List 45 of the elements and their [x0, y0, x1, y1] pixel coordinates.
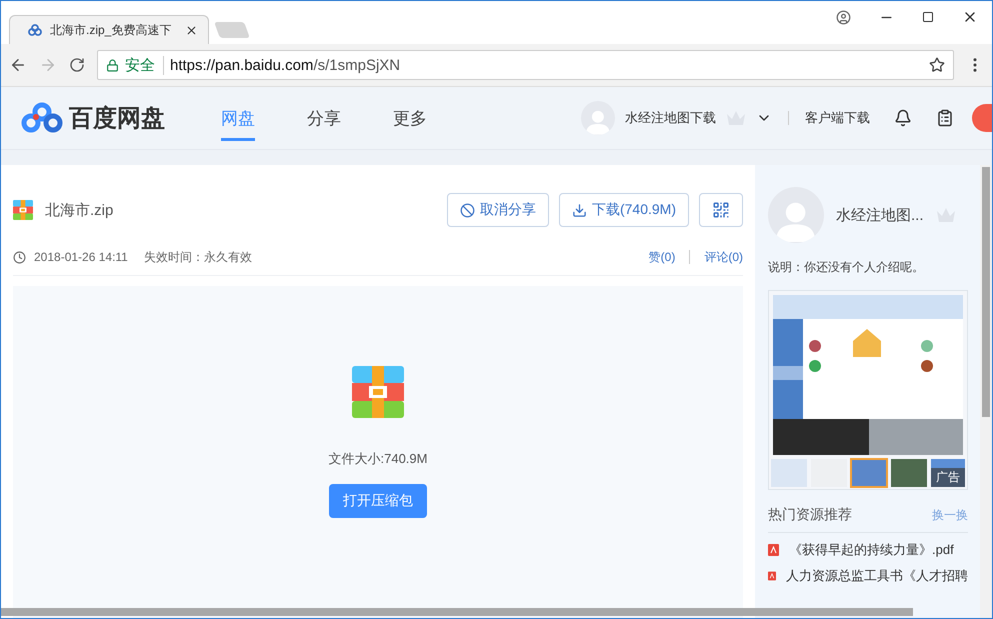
cloud-logo-icon	[21, 102, 63, 134]
pdf-icon	[768, 544, 779, 556]
lock-icon	[106, 58, 119, 72]
app-launcher-badge[interactable]	[972, 104, 992, 132]
username[interactable]: 水经注地图...	[836, 206, 924, 224]
archive-icon	[13, 200, 33, 220]
cloud-icon	[28, 24, 42, 36]
logo-text: 百度网盘	[69, 104, 165, 134]
clipboard-icon[interactable]	[936, 109, 954, 127]
qr-code-icon	[712, 201, 730, 219]
profile-icon[interactable]	[836, 10, 851, 24]
close-icon[interactable]	[185, 24, 198, 36]
section-title: 热门资源推荐	[768, 506, 852, 524]
url-text: https://pan.baidu.com/s/1smpSjXN	[170, 56, 400, 74]
profile-description: 说明：你还没有个人介绍呢。	[768, 259, 925, 276]
bookmark-star-icon[interactable]	[929, 57, 945, 73]
download-button[interactable]: 下载(740.9M)	[558, 193, 689, 227]
file-name: 北海市.zip	[45, 200, 114, 220]
qr-code-button[interactable]	[699, 193, 743, 227]
secure-label: 安全	[125, 56, 164, 74]
username[interactable]: 水经注地图下载	[625, 109, 716, 127]
nav-tab[interactable]: 分享	[307, 95, 341, 141]
maximize-icon[interactable]	[922, 11, 934, 23]
like-link[interactable]: 赞(0)	[648, 248, 676, 266]
comment-link[interactable]: 评论(0)	[704, 248, 743, 266]
archive-icon	[352, 366, 404, 418]
resource-link[interactable]: 《获得早起的持续力量》.pdf	[789, 541, 954, 559]
nav-tab[interactable]: 更多	[393, 95, 427, 141]
back-icon[interactable]	[9, 56, 27, 74]
reload-icon[interactable]	[69, 57, 85, 73]
download-icon	[572, 202, 587, 218]
browser-tab[interactable]: 北海市.zip_免费高速下	[9, 15, 209, 44]
client-download-link[interactable]: 客户端下载	[805, 109, 870, 127]
expiry-text: 失效时间：永久有效	[144, 248, 252, 266]
bell-icon[interactable]	[894, 109, 912, 127]
resource-link[interactable]: 人力资源总监工具书《人才招聘	[786, 567, 968, 585]
cancel-share-button[interactable]: 取消分享	[446, 193, 549, 227]
ad-label: 广告	[931, 468, 965, 487]
address-bar[interactable]: 安全 https://pan.baidu.com/s/1smpSjXN	[97, 50, 954, 80]
pdf-icon	[768, 570, 776, 582]
cancel-icon	[460, 202, 475, 218]
clock-icon	[13, 250, 26, 264]
file-size: 文件大小:740.9M	[328, 450, 428, 468]
share-date: 2018-01-26 14:11	[34, 250, 128, 264]
tab-title: 北海市.zip_免费高速下	[50, 22, 172, 38]
